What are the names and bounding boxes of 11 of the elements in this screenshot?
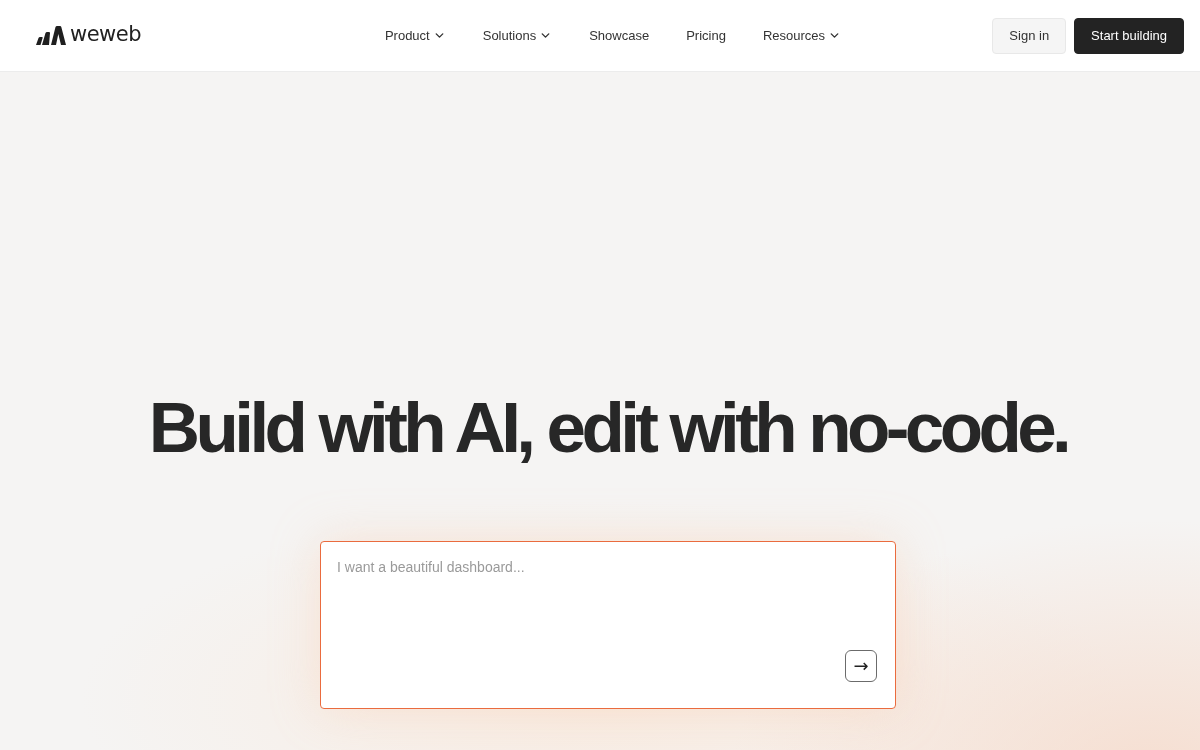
nav-link[interactable]: Pricing xyxy=(686,28,726,43)
sign-in-button[interactable]: Sign in xyxy=(992,17,1067,54)
start-building-button[interactable]: Start building xyxy=(1074,17,1184,54)
hero-heading: Build with AI, edit with no-code. xyxy=(148,387,1068,469)
nav-dropdown[interactable]: Product xyxy=(384,28,446,43)
logo-mark-icon xyxy=(36,26,66,45)
nav-link[interactable]: Showcase xyxy=(589,28,650,43)
submit-button[interactable]: → xyxy=(845,650,877,682)
nav-dropdown[interactable]: Solutions xyxy=(482,28,553,43)
nav-dropdown[interactable]: Resources xyxy=(762,28,842,43)
logo-wordmark[interactable]: weweb xyxy=(70,24,142,47)
